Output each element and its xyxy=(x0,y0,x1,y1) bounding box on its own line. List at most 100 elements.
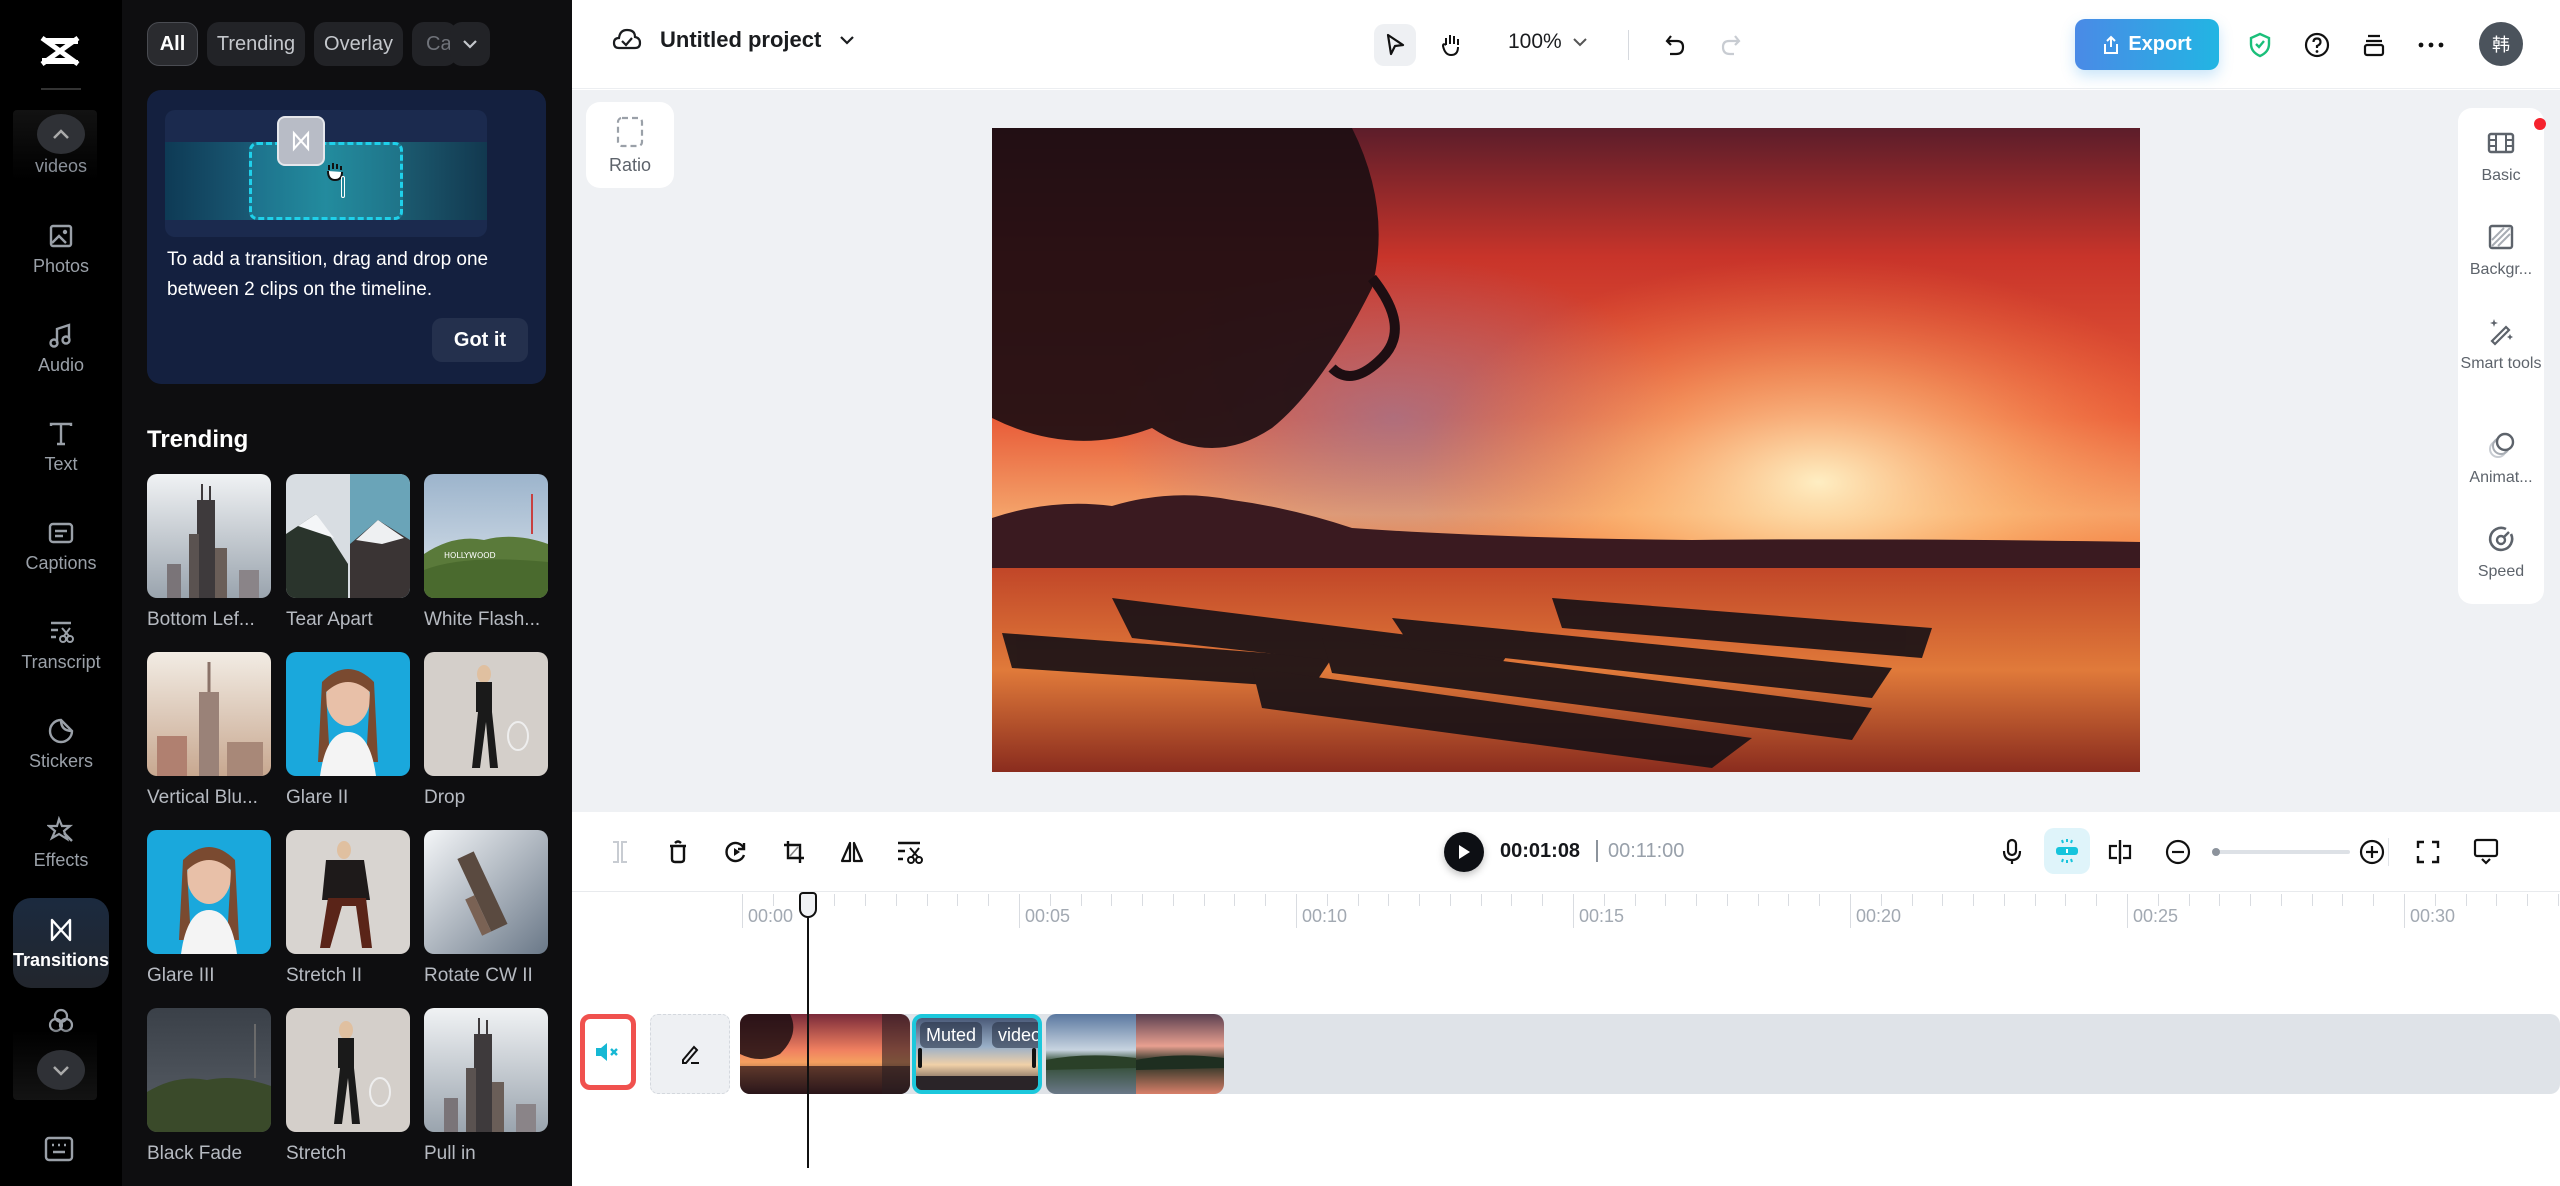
transition-item[interactable]: Vertical Blu... xyxy=(147,652,271,809)
rail-item-audio[interactable]: Audio xyxy=(13,303,109,393)
rail-scroll-up-button[interactable] xyxy=(37,114,85,154)
split-button[interactable] xyxy=(602,834,638,870)
redo-button[interactable] xyxy=(1710,24,1752,66)
clip-muted-tag: Muted xyxy=(920,1022,983,1048)
pointer-arrow-icon xyxy=(1386,33,1405,56)
transition-thumbnail[interactable] xyxy=(147,652,271,776)
ruler-major-tick xyxy=(1573,894,1574,928)
timeline-clip[interactable] xyxy=(740,1014,910,1094)
zoom-out-button[interactable] xyxy=(2160,834,2196,870)
transition-thumbnail[interactable]: HOLLYWOOD xyxy=(424,474,548,598)
rail-item-photos[interactable]: Photos xyxy=(13,204,109,294)
slider-knob[interactable] xyxy=(2212,848,2220,856)
trim-handle-left[interactable] xyxy=(918,1048,922,1068)
rail-item-transcript[interactable]: Transcript xyxy=(13,600,109,690)
transition-thumbnail[interactable] xyxy=(424,652,548,776)
playhead-handle[interactable] xyxy=(799,892,817,918)
tool-basic[interactable]: Basic xyxy=(2458,128,2544,186)
split-clip-button[interactable] xyxy=(2102,834,2138,870)
filter-chip-all[interactable]: All xyxy=(147,22,198,66)
rail-item-stickers[interactable]: Stickers xyxy=(13,699,109,789)
transition-item[interactable]: Glare III xyxy=(147,830,271,987)
timeline-clip[interactable] xyxy=(1046,1014,1224,1094)
undo-button[interactable] xyxy=(1654,24,1696,66)
rail-item-transitions[interactable]: Transitions xyxy=(13,898,109,988)
help-button[interactable] xyxy=(2296,24,2338,66)
tool-animation[interactable]: Animat... xyxy=(2458,430,2544,488)
transition-thumbnail[interactable] xyxy=(147,830,271,954)
record-voice-button[interactable] xyxy=(1994,834,2030,870)
video-preview[interactable] xyxy=(992,128,2140,772)
more-options-button[interactable] xyxy=(2410,24,2452,66)
rail-item-captions[interactable]: Captions xyxy=(13,501,109,591)
ruler-minor-tick xyxy=(1665,894,1667,906)
got-it-button[interactable]: Got it xyxy=(432,318,528,362)
capcut-logo-icon[interactable] xyxy=(36,34,84,68)
mute-track-button[interactable] xyxy=(580,1014,636,1090)
transition-label: Black Fade xyxy=(147,1143,243,1164)
transition-item[interactable]: Glare II xyxy=(286,652,410,809)
preview-feedback-button[interactable] xyxy=(2468,834,2504,870)
transition-tip-card: To add a transition, drag and drop one b… xyxy=(147,90,546,384)
pencil-icon xyxy=(682,1045,699,1064)
export-button[interactable]: Export xyxy=(2075,19,2219,70)
transition-label: Stretch xyxy=(286,1143,347,1164)
flip-button[interactable] xyxy=(834,834,870,870)
layers-button[interactable] xyxy=(2353,24,2395,66)
split-icon xyxy=(2108,840,2132,864)
timeline-zoom-slider[interactable] xyxy=(2212,848,2350,856)
transition-thumbnail[interactable] xyxy=(147,1008,271,1132)
transition-thumbnail[interactable] xyxy=(286,474,410,598)
tool-smart-tools[interactable]: Smart tools xyxy=(2458,316,2544,374)
zoom-level-dropdown[interactable]: 100% xyxy=(1508,30,1588,54)
transition-thumbnail[interactable] xyxy=(147,474,271,598)
transition-thumbnail[interactable] xyxy=(286,830,410,954)
project-menu[interactable]: Untitled project xyxy=(612,26,855,54)
transition-thumbnail[interactable] xyxy=(424,1008,548,1132)
transition-thumbnail[interactable] xyxy=(286,1008,410,1132)
rail-item-label: Captions xyxy=(25,552,97,573)
trim-handle-right[interactable] xyxy=(1032,1048,1036,1068)
zoom-in-button[interactable] xyxy=(2354,834,2390,870)
project-title[interactable]: Untitled project xyxy=(660,27,821,53)
transition-thumbnail[interactable] xyxy=(424,830,548,954)
keyboard-shortcuts-button[interactable] xyxy=(44,1136,74,1167)
select-tool-button[interactable] xyxy=(1374,24,1416,66)
filter-chip-trending[interactable]: Trending xyxy=(207,22,305,66)
transition-item[interactable]: Tear Apart xyxy=(286,474,410,631)
playhead-line[interactable] xyxy=(807,900,809,1168)
ratio-label: Ratio xyxy=(608,154,652,175)
transition-item[interactable]: Rotate CW II xyxy=(424,830,548,987)
tool-background[interactable]: Backgr... xyxy=(2458,222,2544,280)
timeline-clip-selected[interactable]: Muted video xyxy=(912,1014,1042,1094)
transition-item[interactable]: Bottom Lef... xyxy=(147,474,271,631)
rail-item-effects[interactable]: Effects xyxy=(13,798,109,888)
ruler-minor-tick xyxy=(2157,894,2159,906)
transition-thumbnail[interactable] xyxy=(286,652,410,776)
ruler-minor-tick xyxy=(957,894,959,906)
edit-cover-button[interactable] xyxy=(650,1014,730,1094)
transition-item[interactable]: Drop xyxy=(424,652,548,809)
rail-scroll-down-button[interactable] xyxy=(37,1050,85,1090)
transition-item[interactable]: Pull in xyxy=(424,1008,548,1165)
transition-item[interactable]: HOLLYWOOD White Flash... xyxy=(424,474,548,631)
magnet-snap-toggle[interactable] xyxy=(2044,828,2090,874)
ratio-button[interactable]: Ratio xyxy=(586,102,674,188)
user-avatar[interactable]: 韩 xyxy=(2479,22,2523,66)
filter-chip-overlay[interactable]: Overlay xyxy=(314,22,403,66)
delete-button[interactable] xyxy=(660,834,696,870)
crop-button[interactable] xyxy=(776,834,812,870)
security-shield-button[interactable] xyxy=(2239,24,2281,66)
replay-button[interactable] xyxy=(718,834,754,870)
transition-item[interactable]: Black Fade xyxy=(147,1008,271,1165)
rail-item-text[interactable]: Text xyxy=(13,402,109,492)
hand-tool-button[interactable] xyxy=(1430,24,1472,66)
transition-item[interactable]: Stretch II xyxy=(286,830,410,987)
fullscreen-button[interactable] xyxy=(2410,834,2446,870)
tip-illustration xyxy=(165,110,487,237)
transcript-edit-button[interactable] xyxy=(892,834,928,870)
play-button[interactable] xyxy=(1444,832,1484,872)
tool-speed[interactable]: Speed xyxy=(2458,524,2544,582)
transition-item[interactable]: Stretch xyxy=(286,1008,410,1165)
filter-chips-expand-button[interactable] xyxy=(450,22,490,66)
